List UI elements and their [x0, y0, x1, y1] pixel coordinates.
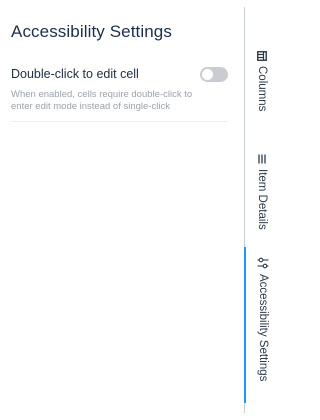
setting-label: Double-click to edit cell [11, 67, 139, 81]
accessibility-settings-panel: Accessibility Settings Double-click to e… [0, 0, 244, 420]
tab-columns-label: Columns [256, 66, 268, 112]
side-tab-bar: Columns Item Details Accessibility Setti… [244, 7, 283, 413]
tab-accessibility-settings[interactable]: Accessibility Settings [244, 247, 284, 403]
columns-icon [257, 51, 267, 61]
tab-item-details-label: Item Details [256, 169, 268, 230]
sliders-icon [257, 257, 269, 269]
list-icon [257, 154, 267, 164]
double-click-toggle[interactable] [200, 67, 228, 82]
setting-description: When enabled, cells require double-click… [11, 89, 193, 112]
toggle-knob [202, 69, 213, 80]
tab-columns[interactable]: Columns [245, 51, 283, 131]
app-root: Accessibility Settings Double-click to e… [0, 0, 283, 420]
tab-item-details[interactable]: Item Details [245, 154, 283, 244]
setting-double-click-edit: Double-click to edit cell When enabled, … [11, 67, 228, 122]
tab-accessibility-settings-label: Accessibility Settings [257, 274, 269, 382]
panel-title: Accessibility Settings [11, 22, 172, 41]
